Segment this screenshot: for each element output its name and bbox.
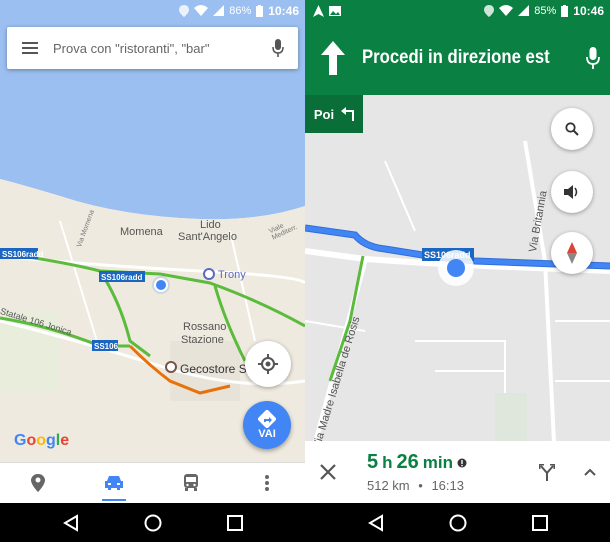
image-status-icon [329,5,341,16]
maneuver-arrow [305,41,362,75]
straight-arrow-icon [321,41,346,75]
wifi-icon [499,5,514,16]
map-label-rossano: Rossano [183,321,227,333]
search-bar[interactable] [7,27,298,69]
battery-icon [561,4,569,17]
compass-button[interactable] [551,232,593,274]
next-maneuver-chip: Poi [305,95,363,133]
chevron-up-icon [584,468,596,476]
instruction-text: Procedi in direzione est [361,47,550,68]
next-maneuver-label: Poi [313,106,335,122]
directions-icon [258,410,276,428]
status-bar-nav: 85% 10:46 [305,0,610,21]
map-label-lido: Lido [200,219,221,231]
directions-label: VAI [258,428,276,440]
bottom-tab-bar [0,462,305,503]
mic-icon [272,39,284,57]
navigation-status-icon [313,4,324,17]
map-label-momena: Momena [120,226,163,238]
recents-icon[interactable] [226,514,243,531]
more-options-button[interactable] [247,463,287,504]
battery-percent: 86% [229,4,252,17]
back-icon[interactable] [62,513,80,532]
traffic-info-icon [457,458,467,468]
transit-icon [183,474,198,491]
system-nav-bar [305,503,610,542]
wifi-icon [194,5,209,16]
menu-button[interactable] [7,42,53,54]
tab-transit[interactable] [171,463,211,504]
battery-icon [256,4,264,17]
explore-icon [31,474,46,492]
home-icon[interactable] [449,514,467,532]
eta-time: 5 h 26 min [367,451,524,474]
road-shield-ss106radd: SS106radd [424,250,471,260]
system-nav-bar [0,503,305,542]
status-time: 10:46 [268,3,299,18]
car-icon [105,476,124,490]
map-label-gecostore[interactable]: Gecostore S [180,362,247,376]
road-shield-ss106: SS106 [94,342,119,351]
my-location-icon [258,354,278,374]
directions-button[interactable]: VAI [243,401,291,449]
status-bar: 86% 10:46 [0,0,305,21]
tab-driving[interactable] [94,463,134,504]
mic-icon [585,47,600,69]
exit-navigation-button[interactable] [305,464,351,480]
navigation-instruction-banner[interactable]: Procedi in direzione est [305,21,610,95]
tab-explore[interactable] [18,463,58,504]
recents-icon[interactable] [531,514,548,531]
compass-icon [567,242,577,264]
map-label-trony[interactable]: Trony [218,269,246,281]
right-screen: 85% 10:46 SS106radd Via Britannia Via Ma… [305,0,610,542]
trip-separator: • [418,478,423,493]
eta-hours: 5 [367,451,379,473]
google-logo: Google [14,432,70,449]
map-canvas [0,21,305,462]
map-label-santangelo: Sant'Angelo [178,231,237,243]
more-icon [264,475,269,491]
trip-info[interactable]: 5 h 26 min 512 km • 16:13 [351,451,524,493]
close-icon [320,464,336,480]
status-time: 10:46 [573,3,604,18]
menu-icon [22,42,38,54]
location-status-icon [484,4,495,17]
search-icon [565,122,579,136]
signal-icon [213,5,225,16]
audio-guidance-button[interactable] [551,171,593,213]
arrival-time: 16:13 [431,478,464,493]
search-input[interactable] [53,40,258,56]
voice-command-button[interactable] [575,47,610,69]
map-label-stazione: Stazione [181,334,224,346]
eta-hours-unit: h [382,453,393,472]
turn-left-icon [341,107,355,121]
volume-icon [564,185,578,199]
eta-minutes: 26 [396,451,419,473]
road-shield-ss106radd-b: SS106radd [101,273,143,282]
battery-percent: 85% [534,4,557,17]
left-screen: 86% 10:46 SS106radd SS106radd SS106 Mome… [0,0,305,542]
alternate-routes-icon [539,464,555,481]
trip-summary-panel: 5 h 26 min 512 km • 16:13 [305,441,610,503]
alternate-routes-button[interactable] [524,463,570,481]
search-along-route-button[interactable] [551,108,593,150]
back-icon[interactable] [367,513,385,532]
expand-trip-button[interactable] [570,468,610,476]
home-icon[interactable] [144,514,162,532]
voice-search-button[interactable] [258,39,298,57]
trip-meta: 512 km • 16:13 [367,478,524,493]
signal-icon [518,5,530,16]
map-view[interactable]: SS106radd SS106radd SS106 Momena Lido Sa… [0,21,305,462]
trip-distance: 512 km [367,478,410,493]
location-status-icon [179,4,190,17]
my-location-button[interactable] [245,341,291,387]
eta-minutes-unit: min [422,453,453,472]
road-shield-ss106radd-a: SS106radd [2,250,44,259]
